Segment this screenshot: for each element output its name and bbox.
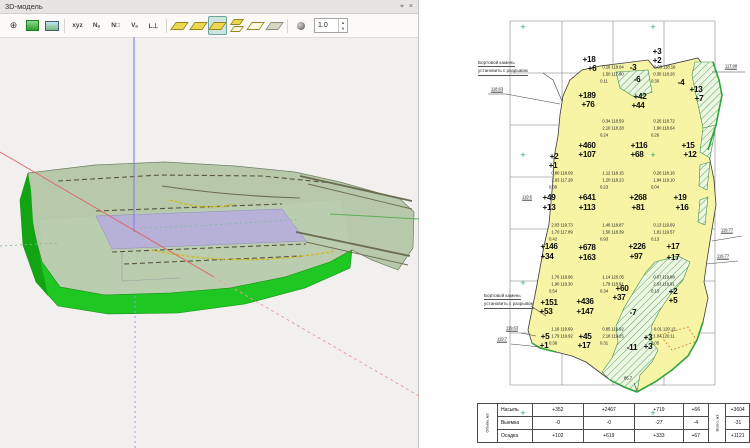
table-row-header: Осадка xyxy=(497,430,532,443)
curb-note-top: Бортовой камень установить с разрывом xyxy=(478,59,528,76)
cartogram-drawing xyxy=(420,0,750,448)
table-row-header: Насыпь xyxy=(497,404,532,417)
close-icon[interactable]: × xyxy=(409,3,413,10)
table-cell: +352 xyxy=(532,404,583,417)
fullscreen-view-icon[interactable] xyxy=(42,16,61,35)
3d-window-titlebar: 3D-модель ⌖ × xyxy=(0,0,418,14)
table-cell: +102 xyxy=(532,430,583,443)
cartogram-pane: Бортовой камень установить с разрывом Бо… xyxy=(420,0,750,448)
table-cell: -0 xyxy=(532,417,583,430)
3d-toolbar: ⊕ xyzNₐN□VₐL⊥ 1.0▲▼ xyxy=(0,14,418,38)
pin-icon[interactable]: ⌖ xyxy=(400,3,404,10)
table-cell: +719 xyxy=(634,404,683,417)
points-squares-icon[interactable]: N□ xyxy=(106,16,125,35)
surface-grey-icon[interactable] xyxy=(265,16,284,35)
axes-xyz-icon[interactable]: xyz xyxy=(68,16,87,35)
table-row-header: Выемка xyxy=(497,417,532,430)
table-left-vertical-label: Объём, м3 xyxy=(478,404,498,443)
surface-wireframe-icon[interactable] xyxy=(246,16,265,35)
points-labels-icon[interactable]: Nₐ xyxy=(87,16,106,35)
table-total-cell: +1121 xyxy=(726,430,750,443)
render-settings-icon[interactable] xyxy=(291,16,310,35)
table-cell: -4 xyxy=(683,417,708,430)
table-cell: -27 xyxy=(634,417,683,430)
table-cell: +66 xyxy=(683,404,708,417)
spin-down-icon[interactable]: ▼ xyxy=(339,26,347,33)
toolbar-separator xyxy=(64,19,65,33)
table-total-cell: -31 xyxy=(726,417,750,430)
curb-note-bottom: Бортовой камень установить с разрывом xyxy=(484,292,534,309)
surfaces-pair-icon[interactable] xyxy=(227,16,246,35)
table-right-vertical-label: Всего, м3 xyxy=(708,404,726,443)
surface-shaded-icon[interactable] xyxy=(189,16,208,35)
scale-value: 1.0 xyxy=(315,19,338,32)
table-total-cell: +3604 xyxy=(726,404,750,417)
scale-spinner[interactable]: 1.0▲▼ xyxy=(314,18,348,33)
3d-model-pane: 3D-модель ⌖ × ⊕ xyzNₐN□VₐL⊥ 1.0▲▼ xyxy=(0,0,419,448)
toolbar-separator xyxy=(166,19,167,33)
surface-flat-icon[interactable] xyxy=(170,16,189,35)
toolbar-separator xyxy=(287,19,288,33)
pan-view-icon[interactable]: ⊕ xyxy=(4,16,23,35)
volumes-summary-table: Объём, м3Насыпь+352+2467+719+66Всего, м3… xyxy=(477,403,750,443)
structure-lines-icon[interactable]: L⊥ xyxy=(144,16,163,35)
table-cell: +2467 xyxy=(583,404,634,417)
table-cell: +67 xyxy=(683,430,708,443)
table-cell: -0 xyxy=(583,417,634,430)
fit-model-icon[interactable] xyxy=(23,16,42,35)
window-title: 3D-модель xyxy=(5,2,395,11)
3d-viewport[interactable] xyxy=(0,36,419,448)
surface-textured-icon[interactable] xyxy=(208,16,227,35)
table-cell: +333 xyxy=(634,430,683,443)
vertex-labels-icon[interactable]: Vₐ xyxy=(125,16,144,35)
table-cell: +619 xyxy=(583,430,634,443)
